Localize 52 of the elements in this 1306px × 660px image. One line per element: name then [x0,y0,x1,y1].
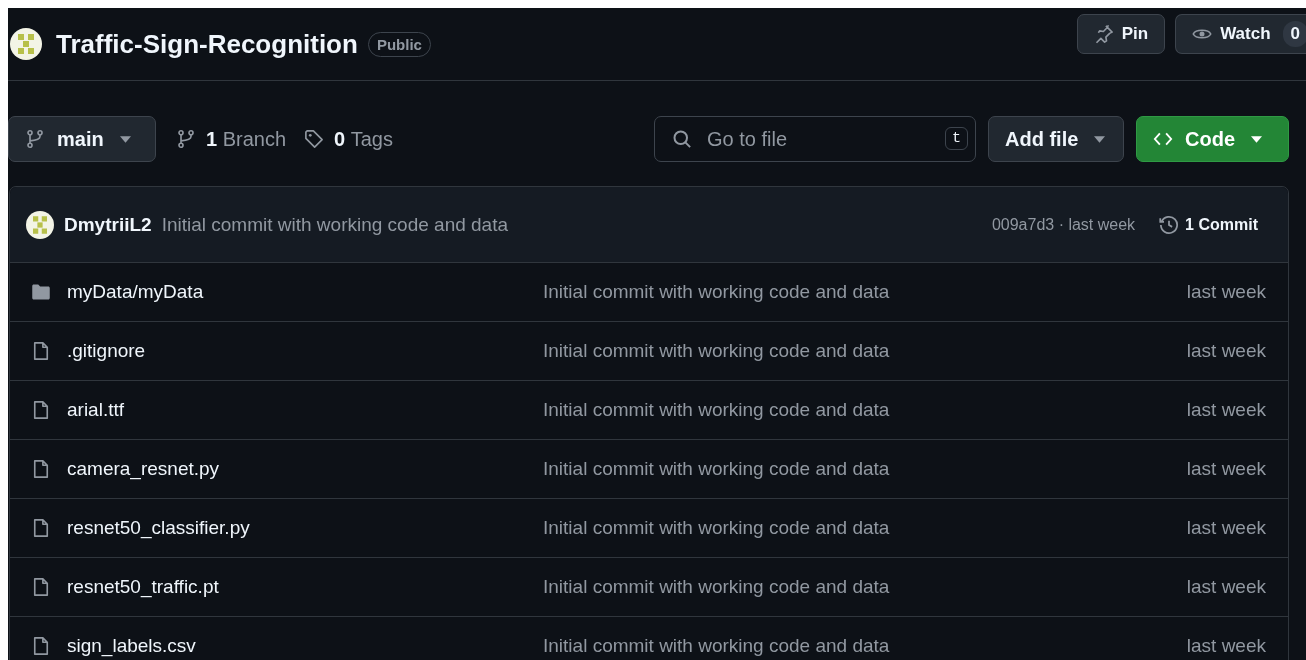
branch-icon [176,129,196,149]
watch-button[interactable]: Watch 0 [1175,14,1306,54]
commit-author[interactable]: DmytriiL2 [64,213,152,236]
commit-message[interactable]: Initial commit with working code and data [543,458,1187,480]
commit-time: last week [1186,281,1266,303]
commit-message[interactable]: Initial commit with working code and data [543,576,1187,598]
commits-link[interactable]: 1 Commit [1159,214,1258,235]
commit-hash-time: 009a7d3 · last week [991,215,1136,234]
commit-message[interactable]: Initial commit with working code and data [161,213,509,236]
commit-message[interactable]: Initial commit with working code and data [543,517,1187,539]
add-file-button[interactable]: Add file [988,116,1124,162]
caret-icon [1251,135,1262,143]
search-icon [672,129,692,149]
folder-icon [31,282,51,302]
file-icon [31,400,51,420]
shortcut-key: t [945,127,968,150]
commit-time: last week [1186,399,1266,421]
commit-time: last week [1186,576,1266,598]
commit-time: last week [1186,340,1266,362]
file-icon [31,518,51,538]
branches-link[interactable]: 1 Branch [176,127,287,151]
file-name[interactable]: resnet50_traffic.pt [67,576,219,598]
repo-name[interactable]: Traffic-Sign-Recognition [56,28,358,60]
caret-icon [1094,135,1106,143]
commit-time: last week [1186,517,1266,539]
file-name[interactable]: .gitignore [67,340,146,362]
commit-message[interactable]: Initial commit with working code and data [543,399,1187,421]
file-name[interactable]: camera_resnet.py [67,458,220,480]
history-icon [1159,214,1180,235]
pin-button[interactable]: Pin [1076,14,1166,54]
avatar-icon [26,210,54,239]
watch-count: 0 [1282,21,1306,47]
file-name[interactable]: resnet50_classifier.py [67,517,250,539]
commit-time: last week [1186,458,1266,480]
file-name[interactable]: arial.ttf [67,399,125,421]
tags-link[interactable]: 0 Tags [304,127,393,151]
file-icon [31,636,51,656]
commit-time: last week [1186,635,1266,657]
branch-select[interactable]: main [8,116,156,162]
file-icon [31,341,51,361]
commit-message[interactable]: Initial commit with working code and data [543,635,1187,657]
file-icon [31,577,51,597]
tag-icon [304,129,325,149]
branch-icon [25,129,45,149]
avatar-icon [10,28,42,60]
file-icon [31,459,51,479]
file-name[interactable]: sign_labels.csv [67,635,196,657]
code-button[interactable]: Code [1136,116,1289,162]
commit-message[interactable]: Initial commit with working code and data [543,281,1187,303]
file-name[interactable]: myData/myData [67,281,204,303]
caret-icon [119,135,131,143]
commit-message[interactable]: Initial commit with working code and data [543,340,1187,362]
